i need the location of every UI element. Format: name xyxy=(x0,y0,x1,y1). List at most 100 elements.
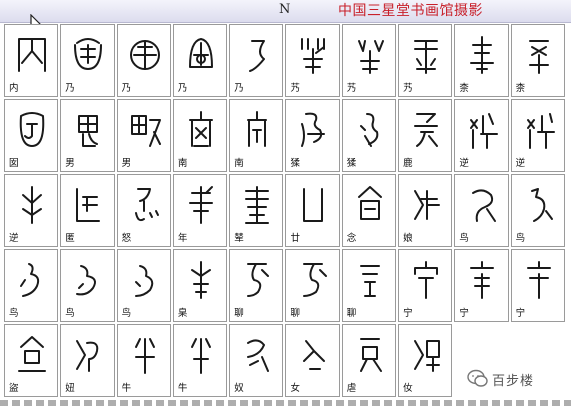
glyph-label: 逆 xyxy=(9,233,19,244)
glyph-cell: 鸟 xyxy=(4,249,59,322)
glyph-cell: 怒 xyxy=(116,174,171,247)
glyph-cell: 内 xyxy=(4,24,59,97)
glyph-label: 念 xyxy=(346,233,357,244)
glyph-cell: 南 xyxy=(172,99,228,172)
glyph-cell: 男 xyxy=(60,99,115,172)
oracle-glyph xyxy=(188,38,213,68)
glyph-cell: 艿 xyxy=(398,24,453,97)
oracle-glyph xyxy=(76,265,97,296)
glyph-label: 臬 xyxy=(177,308,188,319)
glyph-cell: 鹿 xyxy=(398,99,453,172)
oracle-glyph xyxy=(76,340,99,372)
oracle-glyph xyxy=(303,340,326,370)
glyph-cell: 逆 xyxy=(454,99,509,172)
glyph-label: 怒 xyxy=(121,233,132,244)
glyph-cell: 匿 xyxy=(60,174,115,247)
glyph-grid: 内乃乃乃乃艿艿艿柰柰囡男男南南猱猱鹿逆逆逆匿怒年辇廿念娘鸟鸟鸟鸟鸟臬聊聊聊宁宁宁… xyxy=(3,23,566,398)
header-bar: N 中国三星堂书画馆摄影 xyxy=(0,0,571,23)
glyph-label: 逆 xyxy=(515,158,526,169)
oracle-glyph xyxy=(357,186,382,220)
oracle-glyph xyxy=(359,265,380,297)
oracle-glyph xyxy=(414,40,439,74)
glyph-cell: 虐 xyxy=(341,324,397,397)
glyph-label: 鸟 xyxy=(121,308,132,319)
glyph-label: 男 xyxy=(65,158,75,169)
oracle-glyph xyxy=(414,190,441,220)
glyph-label: 内 xyxy=(9,83,19,94)
oracle-glyph xyxy=(134,265,153,297)
glyph-cell: 鸟 xyxy=(510,174,565,247)
oracle-glyph xyxy=(76,188,101,222)
oracle-glyph xyxy=(530,188,553,222)
glyph-label: 艿 xyxy=(403,83,413,94)
glyph-label: 乃 xyxy=(234,83,244,94)
oracle-glyph xyxy=(134,338,155,374)
glyph-label: 娘 xyxy=(403,233,413,244)
glyph-cell: 鸟 xyxy=(116,249,171,322)
glyph-label: 鸟 xyxy=(65,308,75,319)
oracle-glyph xyxy=(19,112,45,147)
glyph-label: 辇 xyxy=(234,233,244,244)
oracle-glyph xyxy=(357,40,384,74)
glyph-label: 乃 xyxy=(121,83,132,94)
oracle-glyph xyxy=(301,112,326,147)
bottom-border xyxy=(0,400,571,406)
glyph-label: 㚢 xyxy=(403,383,413,394)
glyph-cell: 乃 xyxy=(229,24,284,97)
glyph-label: 虐 xyxy=(346,383,357,394)
glyph-cell: 囡 xyxy=(4,99,59,172)
oracle-glyph xyxy=(22,186,42,224)
oracle-glyph xyxy=(18,336,46,372)
glyph-cell: 娘 xyxy=(398,174,453,247)
glyph-cell: 㚢 xyxy=(398,324,453,397)
glyph-cell: 年 xyxy=(172,174,228,247)
glyph-label: 猱 xyxy=(290,158,300,169)
glyph-cell: 乃 xyxy=(60,24,115,97)
oracle-glyph xyxy=(414,261,439,299)
glyph-label: 年 xyxy=(177,233,188,244)
oracle-glyph xyxy=(249,40,266,72)
glyph-label: 艿 xyxy=(290,83,300,94)
glyph-label: 奴 xyxy=(234,383,244,394)
glyph-label: 囡 xyxy=(9,158,19,169)
glyph-label: 牛 xyxy=(177,383,188,394)
glyph-label: 廿 xyxy=(290,233,300,244)
oracle-glyph xyxy=(528,40,549,74)
glyph-label: 乃 xyxy=(65,83,75,94)
oracle-glyph xyxy=(526,113,555,149)
glyph-cell: 乃 xyxy=(172,24,228,97)
header-letter: N xyxy=(279,2,291,17)
glyph-label: 艿 xyxy=(346,83,357,94)
header-title: 中国三星堂书画馆摄影 xyxy=(338,3,483,19)
oracle-glyph xyxy=(247,263,270,297)
oracle-glyph xyxy=(78,115,99,147)
glyph-cell: 男 xyxy=(116,99,171,172)
oracle-glyph xyxy=(359,113,379,147)
glyph-cell: 鸟 xyxy=(454,174,509,247)
oracle-glyph xyxy=(134,188,159,222)
glyph-cell: 聊 xyxy=(285,249,340,322)
glyph-cell: 猱 xyxy=(341,99,397,172)
glyph-cell: 臬 xyxy=(172,249,228,322)
glyph-label: 鹿 xyxy=(403,158,413,169)
glyph-label: 柰 xyxy=(459,83,469,94)
glyph-label: 聊 xyxy=(234,308,244,319)
glyph-cell: 妞 xyxy=(60,324,115,397)
watermark-text: 百步楼 xyxy=(492,374,535,389)
oracle-glyph xyxy=(470,261,495,299)
glyph-label: 猱 xyxy=(346,158,357,169)
glyph-cell: 牛 xyxy=(172,324,228,397)
glyph-label: 聊 xyxy=(346,308,357,319)
oracle-glyph xyxy=(130,115,161,147)
glyph-label: 盜 xyxy=(9,383,19,394)
glyph-cell: 鸟 xyxy=(60,249,115,322)
oracle-glyph xyxy=(414,340,441,372)
oracle-glyph xyxy=(190,338,211,374)
oracle-glyph xyxy=(303,188,324,222)
oracle-glyph xyxy=(472,189,497,222)
oracle-glyph xyxy=(20,263,40,297)
oracle-glyph xyxy=(414,113,439,147)
watermark: 百步楼 xyxy=(467,366,559,392)
glyph-cell: 宁 xyxy=(510,249,565,322)
glyph-label: 鸟 xyxy=(515,233,526,244)
